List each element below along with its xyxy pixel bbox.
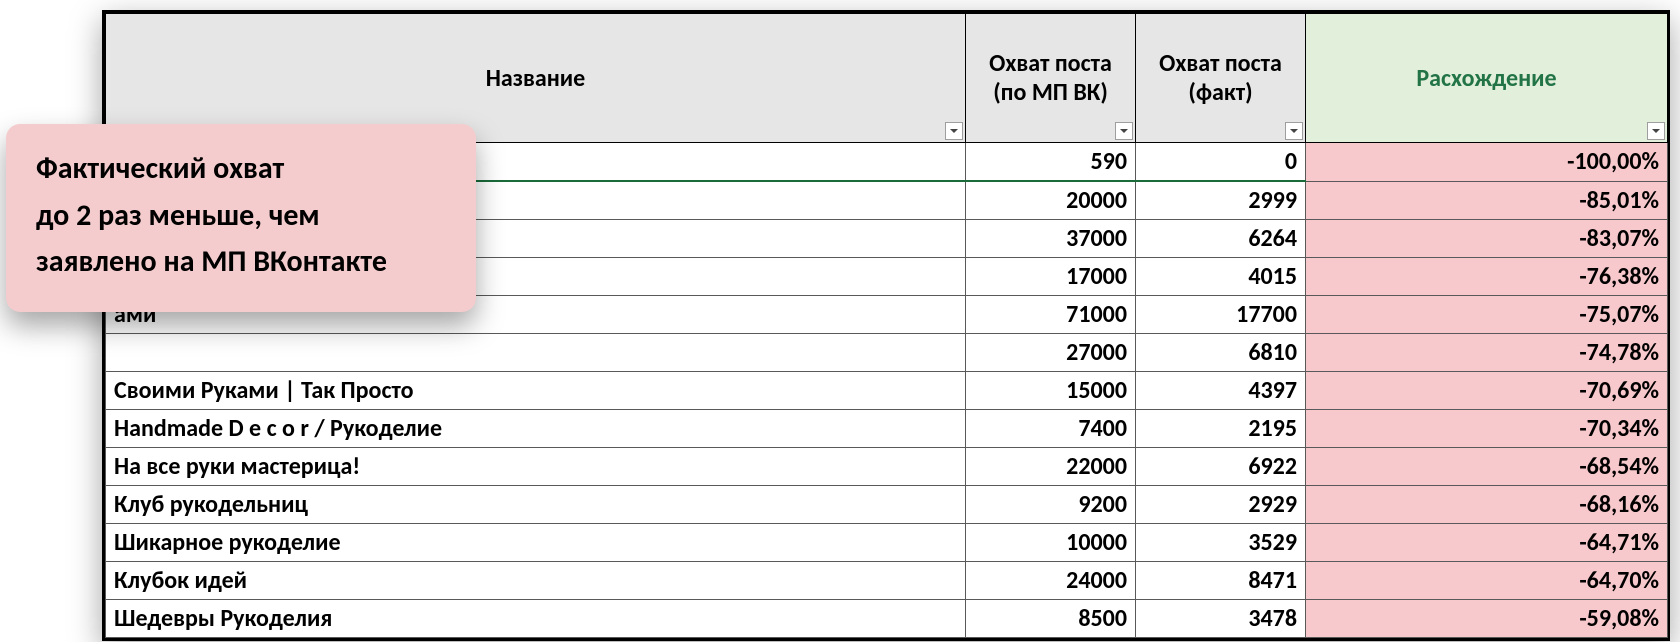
cell-discrepancy[interactable]: -59,08% [1306, 600, 1668, 638]
table-row: Клубок идей240008471-64,70% [106, 562, 1668, 600]
header-name-label: Название [486, 64, 585, 93]
cell-reach-mp[interactable]: 24000 [966, 562, 1136, 600]
spreadsheet-frame: Название Охват поста (по МП ВК) Охват по… [102, 10, 1670, 641]
cell-name[interactable]: На все руки мастерица! [106, 448, 966, 486]
cell-name[interactable]: Шедевры Рукоделия [106, 600, 966, 638]
cell-reach-fact[interactable]: 2195 [1136, 410, 1306, 448]
cell-name[interactable]: Клубок идей [106, 562, 966, 600]
table-row: Шедевры Рукоделия85003478-59,08% [106, 600, 1668, 638]
cell-reach-fact[interactable]: 6810 [1136, 334, 1306, 372]
cell-discrepancy[interactable]: -70,69% [1306, 372, 1668, 410]
table-row: Handmade D e c o r / Рукоделие74002195-7… [106, 410, 1668, 448]
header-reach-mp[interactable]: Охват поста (по МП ВК) [966, 14, 1136, 143]
header-discrepancy[interactable]: Расхождение [1306, 14, 1668, 143]
cell-reach-fact[interactable]: 2999 [1136, 181, 1306, 220]
cell-reach-mp[interactable]: 17000 [966, 258, 1136, 296]
data-table: Название Охват поста (по МП ВК) Охват по… [105, 13, 1668, 638]
table-row: Клуб рукодельниц92002929-68,16% [106, 486, 1668, 524]
cell-reach-fact[interactable]: 4397 [1136, 372, 1306, 410]
cell-reach-fact[interactable]: 3529 [1136, 524, 1306, 562]
header-reach-fact[interactable]: Охват поста (факт) [1136, 14, 1306, 143]
cell-reach-mp[interactable]: 15000 [966, 372, 1136, 410]
cell-name[interactable]: Handmade D e c o r / Рукоделие [106, 410, 966, 448]
filter-dropdown-icon[interactable] [945, 122, 963, 140]
cell-reach-mp[interactable]: 27000 [966, 334, 1136, 372]
cell-discrepancy[interactable]: -75,07% [1306, 296, 1668, 334]
cell-discrepancy[interactable]: -76,38% [1306, 258, 1668, 296]
cell-discrepancy[interactable]: -83,07% [1306, 220, 1668, 258]
cell-reach-fact[interactable]: 2929 [1136, 486, 1306, 524]
table-row: Своими Руками | Так Просто150004397-70,6… [106, 372, 1668, 410]
cell-reach-fact[interactable]: 0 [1136, 143, 1306, 182]
filter-dropdown-icon[interactable] [1647, 122, 1665, 140]
callout-overlay: Фактический охват до 2 раз меньше, чем з… [6, 124, 476, 312]
cell-discrepancy[interactable]: -100,00% [1306, 143, 1668, 182]
table-row: Шикарное рукоделие100003529-64,71% [106, 524, 1668, 562]
cell-reach-mp[interactable]: 22000 [966, 448, 1136, 486]
cell-discrepancy[interactable]: -68,16% [1306, 486, 1668, 524]
cell-name[interactable] [106, 334, 966, 372]
cell-reach-fact[interactable]: 4015 [1136, 258, 1306, 296]
cell-reach-fact[interactable]: 6264 [1136, 220, 1306, 258]
cell-reach-mp[interactable]: 8500 [966, 600, 1136, 638]
header-discrepancy-label: Расхождение [1416, 64, 1556, 93]
cell-reach-mp[interactable]: 71000 [966, 296, 1136, 334]
cell-reach-mp[interactable]: 590 [966, 143, 1136, 182]
filter-dropdown-icon[interactable] [1115, 122, 1133, 140]
table-row: 270006810-74,78% [106, 334, 1668, 372]
cell-reach-fact[interactable]: 8471 [1136, 562, 1306, 600]
cell-reach-fact[interactable]: 6922 [1136, 448, 1306, 486]
cell-discrepancy[interactable]: -64,71% [1306, 524, 1668, 562]
cell-discrepancy[interactable]: -70,34% [1306, 410, 1668, 448]
header-reach-fact-label: Охват поста (факт) [1159, 49, 1282, 107]
cell-discrepancy[interactable]: -85,01% [1306, 181, 1668, 220]
cell-reach-mp[interactable]: 37000 [966, 220, 1136, 258]
cell-reach-mp[interactable]: 7400 [966, 410, 1136, 448]
cell-discrepancy[interactable]: -74,78% [1306, 334, 1668, 372]
cell-reach-fact[interactable]: 3478 [1136, 600, 1306, 638]
cell-reach-fact[interactable]: 17700 [1136, 296, 1306, 334]
table-row: На все руки мастерица!220006922-68,54% [106, 448, 1668, 486]
cell-reach-mp[interactable]: 10000 [966, 524, 1136, 562]
cell-discrepancy[interactable]: -68,54% [1306, 448, 1668, 486]
filter-dropdown-icon[interactable] [1285, 122, 1303, 140]
cell-name[interactable]: Своими Руками | Так Просто [106, 372, 966, 410]
cell-reach-mp[interactable]: 20000 [966, 181, 1136, 220]
cell-reach-mp[interactable]: 9200 [966, 486, 1136, 524]
cell-name[interactable]: Клуб рукодельниц [106, 486, 966, 524]
cell-discrepancy[interactable]: -64,70% [1306, 562, 1668, 600]
cell-name[interactable]: Шикарное рукоделие [106, 524, 966, 562]
header-reach-mp-label: Охват поста (по МП ВК) [989, 49, 1112, 107]
